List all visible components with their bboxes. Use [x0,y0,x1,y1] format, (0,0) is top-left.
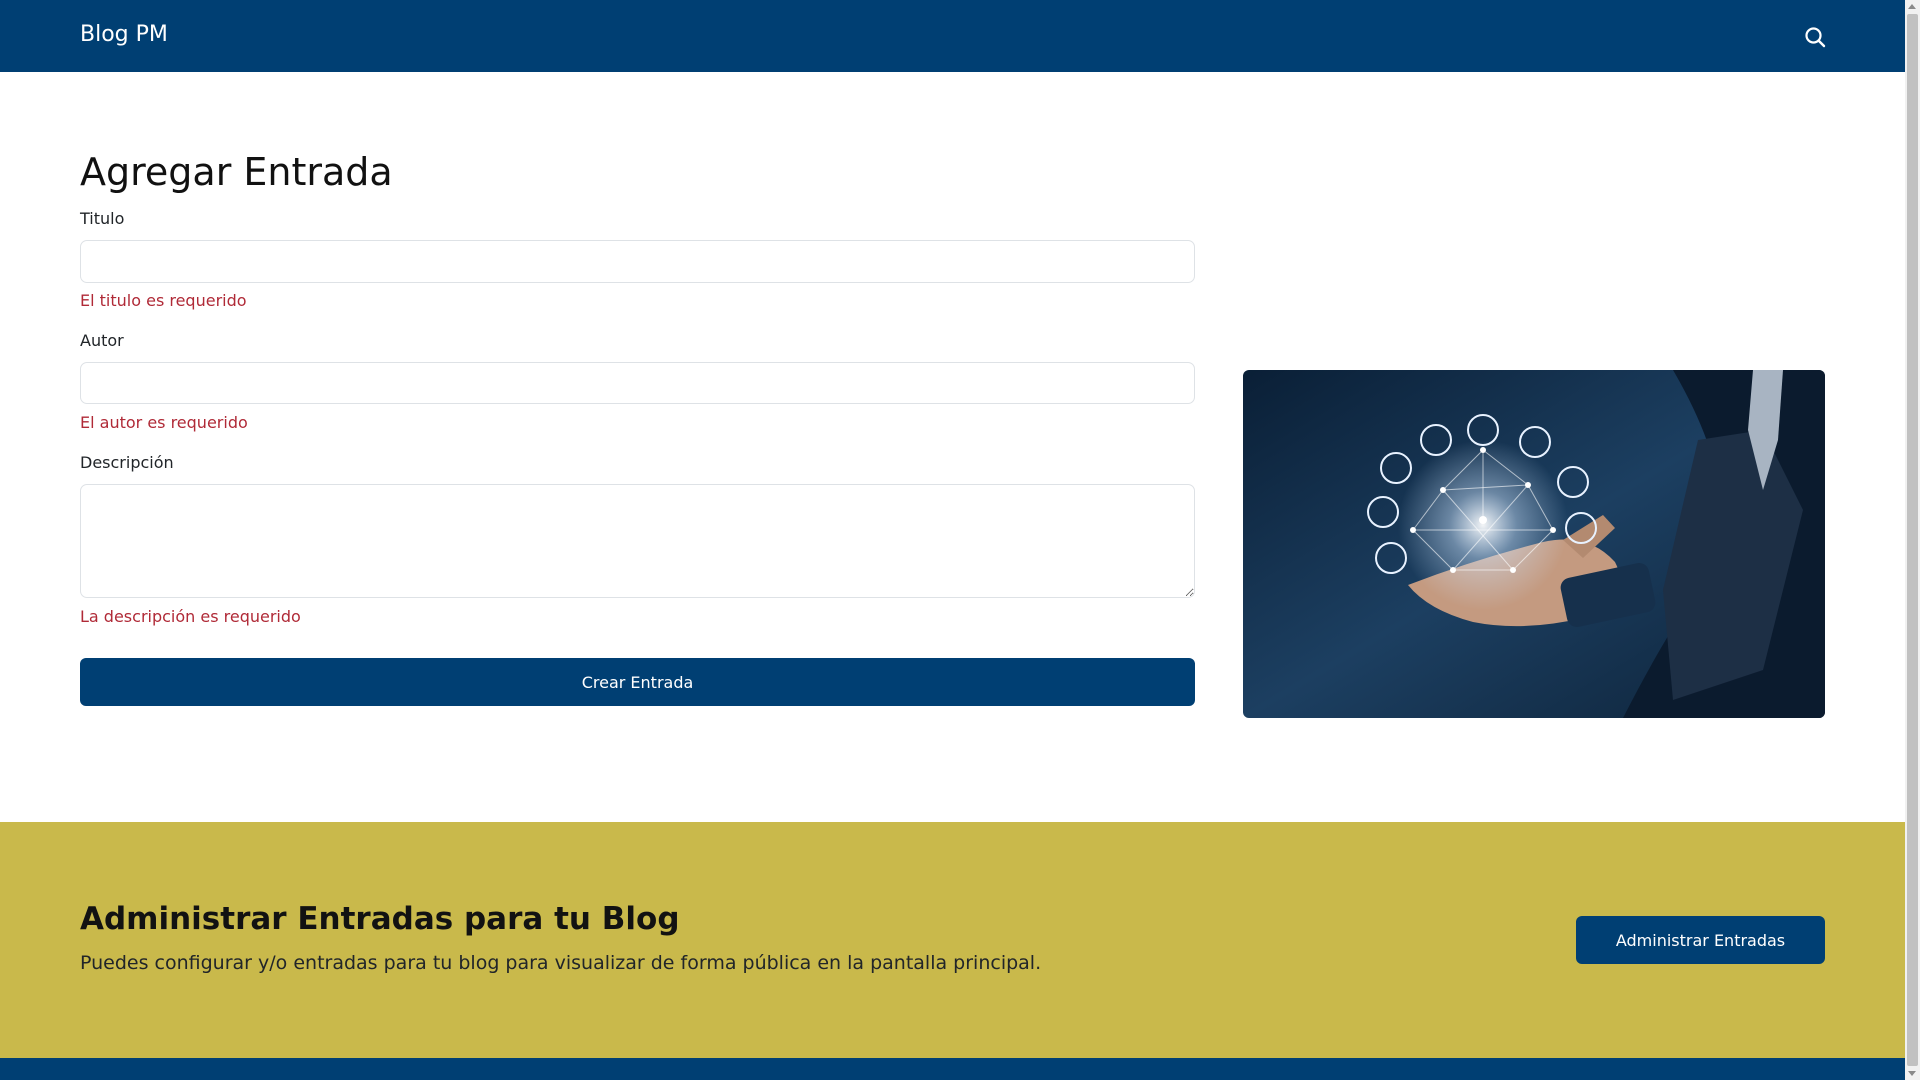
footer [0,1058,1905,1080]
administrar-entradas-button[interactable]: Administrar Entradas [1576,916,1825,964]
titulo-error: El titulo es requerido [80,291,247,310]
hero-image [1243,370,1825,718]
crear-entrada-button[interactable]: Crear Entrada [80,658,1195,706]
banner-text: Puedes configurar y/o entradas para tu b… [80,952,1042,974]
titulo-input[interactable] [80,240,1195,283]
descripcion-label: Descripción [80,453,174,472]
brand-link[interactable]: Blog PM [80,19,168,51]
admin-banner: Administrar Entradas para tu Blog Puedes… [0,822,1905,1058]
scroll-down-icon[interactable] [1908,1071,1916,1076]
search-button[interactable] [1800,22,1830,52]
banner-title: Administrar Entradas para tu Blog [80,901,680,937]
titulo-label: Titulo [80,209,125,228]
autor-input[interactable] [80,362,1195,404]
autor-label: Autor [80,331,124,350]
autor-error: El autor es requerido [80,413,248,432]
search-icon [1805,27,1826,48]
scrollbar[interactable] [1905,0,1920,1080]
descripcion-error: La descripción es requerido [80,607,301,626]
descripcion-textarea[interactable] [80,484,1195,598]
page-title: Agregar Entrada [80,150,393,194]
navbar: Blog PM [0,0,1905,72]
scroll-up-icon[interactable] [1908,4,1916,9]
scroll-thumb[interactable] [1907,14,1918,1066]
